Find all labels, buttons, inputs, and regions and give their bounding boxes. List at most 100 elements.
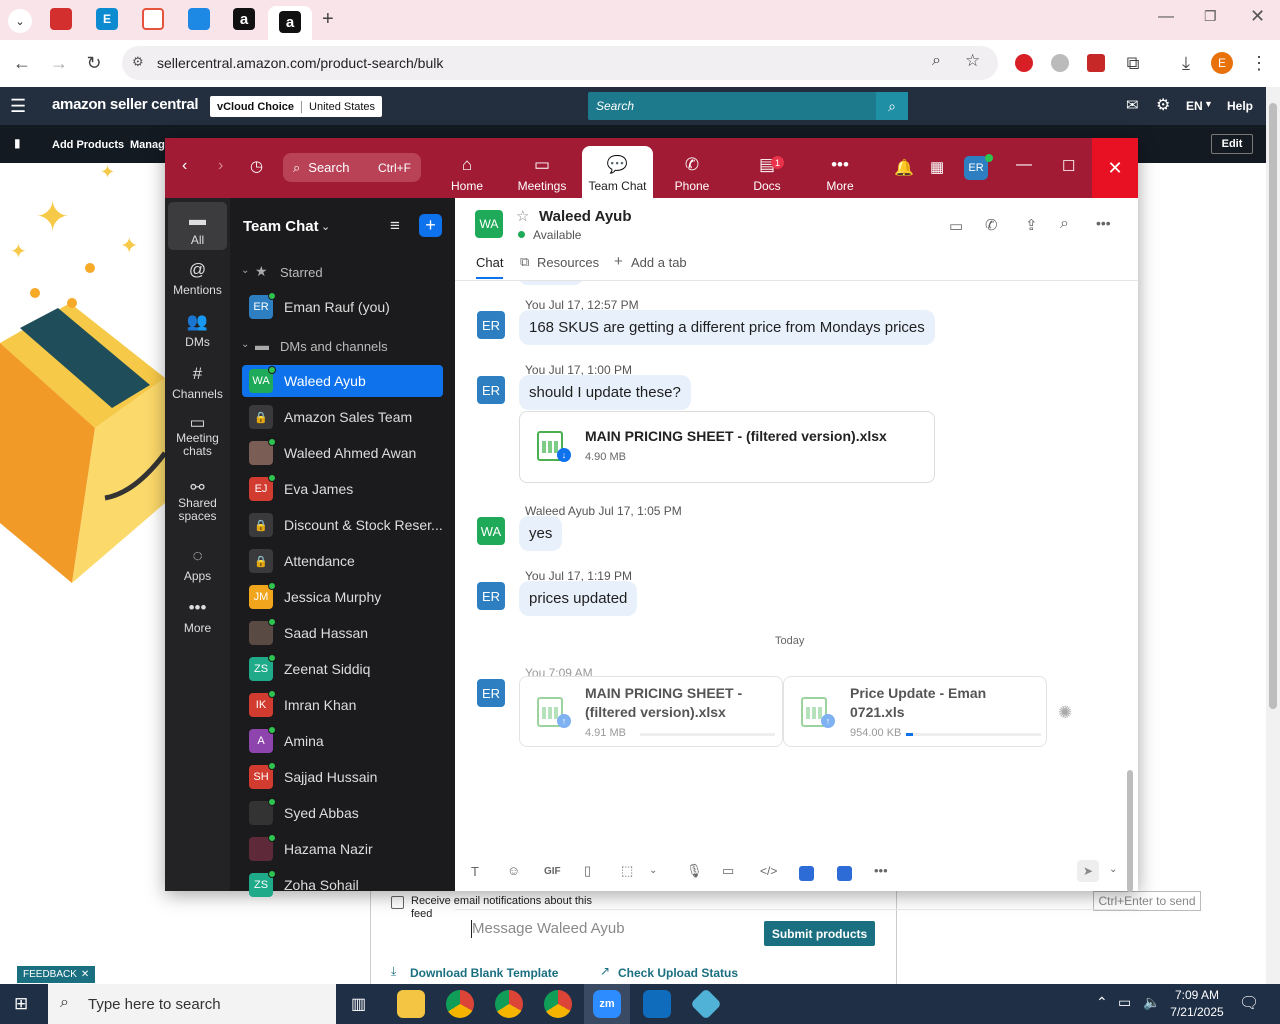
sidebar-item-contact[interactable]: EJ Eva James [242, 473, 443, 505]
chat-contact-avatar[interactable]: WA [475, 210, 503, 238]
calendar-app-icon[interactable]: ▦ [930, 158, 944, 176]
edit-nav-button[interactable]: Edit [1211, 134, 1253, 154]
feedback-close-icon[interactable]: ✕ [81, 969, 89, 980]
sidebar-item-contact[interactable]: Hazama Nazir [242, 833, 443, 865]
tray-chevron-icon[interactable]: ⌃ [1096, 994, 1108, 1011]
help-link[interactable]: Help [1227, 99, 1253, 113]
message-avatar[interactable]: ER [477, 582, 505, 610]
extension-globe-icon[interactable] [1051, 54, 1069, 72]
tab-chat[interactable]: Chat [476, 255, 504, 279]
app-icon-1[interactable] [799, 866, 814, 881]
message-bubble[interactable]: 168 SKUS are getting a different price f… [519, 310, 935, 345]
uploading-file-card-2[interactable]: ↑ Price Update - Eman 0721.xls 954.00 KB [783, 676, 1047, 747]
favorite-star-icon[interactable]: ☆ [516, 207, 529, 225]
attach-file-icon[interactable]: ▯ [584, 863, 591, 879]
upload-avatar[interactable]: ER [477, 679, 505, 707]
sidebar-title[interactable]: Team Chat [243, 218, 319, 235]
bookmark-icon[interactable]: ▮ [14, 136, 21, 150]
microphone-icon[interactable]: 🎙 [686, 863, 703, 879]
file-explorer-icon[interactable] [397, 990, 425, 1018]
message-avatar[interactable]: WA [477, 517, 505, 545]
tab-favicon-3[interactable] [142, 8, 164, 30]
clock-date[interactable]: 7/21/2025 [1166, 1005, 1228, 1019]
send-options-chevron-icon[interactable]: ⌄ [1109, 864, 1117, 875]
task-view-icon[interactable]: ▥ [351, 994, 366, 1014]
zoom-taskbar-active[interactable]: zm [584, 984, 630, 1024]
message-bubble[interactable]: yes [519, 516, 563, 551]
rail-apps[interactable]: ◌ Apps [168, 546, 227, 583]
volume-icon[interactable]: 🔈 [1143, 994, 1160, 1011]
address-bar[interactable]: ⚙ sellercentral.amazon.com/product-searc… [122, 46, 998, 80]
nav-add-products[interactable]: Add Products [52, 139, 124, 151]
nav-docs[interactable]: ▤ Docs 1 [731, 146, 803, 198]
nav-phone[interactable]: ✆ Phone [656, 146, 728, 198]
app-icon-2[interactable] [837, 866, 852, 881]
restore-icon[interactable]: ❐ [1204, 8, 1217, 25]
audio-call-icon[interactable]: ✆ [985, 216, 998, 234]
message-avatar[interactable]: ER [477, 376, 505, 404]
minimize-icon[interactable]: — [1158, 8, 1174, 26]
chat-more-icon[interactable]: ••• [1096, 215, 1111, 231]
active-tab[interactable]: a [268, 6, 312, 40]
new-chat-button[interactable]: + [419, 214, 442, 237]
reload-icon[interactable]: ↻ [83, 52, 105, 74]
chat-contact-name[interactable]: Waleed Ayub [539, 208, 632, 225]
page-scrollbar-thumb[interactable] [1269, 103, 1277, 709]
zoom-lens-icon[interactable]: ⌕ [932, 52, 941, 70]
chrome-icon[interactable] [446, 990, 474, 1018]
store-switcher[interactable]: vCloud Choice United States [210, 96, 383, 117]
screenshot-icon[interactable]: ⬚ [621, 863, 633, 879]
taskbar-search[interactable]: ⌕ Type here to search [48, 984, 336, 1024]
tab-favicon-2[interactable]: E [96, 8, 118, 30]
sidebar-item-contact[interactable]: SH Sajjad Hussain [242, 761, 443, 793]
downloads-icon[interactable]: ⤓ [1175, 52, 1197, 74]
sidebar-item-contact[interactable]: IK Imran Khan [242, 689, 443, 721]
back-icon[interactable]: ← [11, 52, 33, 74]
message-bubble[interactable]: prices updated [519, 581, 638, 616]
language-selector[interactable]: EN [1186, 99, 1203, 113]
starred-collapse-icon[interactable]: ⌄ [241, 265, 249, 276]
sidebar-item-contact[interactable]: 🔒 Attendance [242, 545, 443, 577]
chat-scrollbar-thumb[interactable] [1127, 770, 1133, 892]
history-icon[interactable]: ◷ [250, 157, 263, 175]
sidebar-title-chevron-icon[interactable]: ⌄ [321, 220, 330, 233]
composer-more-icon[interactable]: ••• [874, 863, 888, 878]
chrome-profile-icon[interactable] [495, 990, 523, 1018]
format-text-icon[interactable]: T [471, 864, 479, 879]
code-snippet-icon[interactable]: </> [760, 864, 777, 878]
nav-more[interactable]: ••• More [804, 146, 876, 198]
sidebar-item-contact[interactable]: A Amina [242, 725, 443, 757]
file-attachment-card[interactable]: ↓ MAIN PRICING SHEET - (filtered version… [519, 411, 935, 483]
rail-shared-spaces[interactable]: ⚯ Shared spaces [168, 479, 227, 523]
sidebar-item-contact[interactable]: 🔒 Amazon Sales Team [242, 401, 443, 433]
feedback-button[interactable]: FEEDBACK ✕ [17, 966, 96, 983]
chat-search-icon[interactable]: ⌕ [1060, 215, 1069, 233]
starred-item[interactable]: ER Eman Rauf (you) [242, 291, 443, 323]
chat-scrollbar[interactable] [1127, 428, 1133, 893]
sidebar-item-contact[interactable]: ZS Zoha Sohail [242, 869, 443, 901]
sidebar-item-contact[interactable]: 🔒 Discount & Stock Reser... [242, 509, 443, 541]
profile-avatar[interactable]: E [1211, 52, 1233, 74]
rail-mentions[interactable]: @ Mentions [168, 260, 227, 297]
message-avatar[interactable]: ER [477, 311, 505, 339]
hamburger-menu-icon[interactable]: ☰ [10, 96, 26, 117]
clock-time[interactable]: 7:09 AM [1170, 988, 1224, 1002]
tab-favicon-1[interactable] [50, 8, 72, 30]
section-starred[interactable]: Starred [280, 265, 323, 280]
amazon-logo[interactable]: amazon seller central [52, 96, 199, 113]
windows-start-icon[interactable]: ⊞ [14, 994, 28, 1014]
share-screen-icon[interactable]: ⇪ [1025, 216, 1038, 234]
nav-home[interactable]: ⌂ Home [431, 146, 503, 198]
app-diamond-icon[interactable] [690, 988, 722, 1020]
sidebar-item-contact[interactable]: Waleed Ahmed Awan [242, 437, 443, 469]
zoom-close-icon[interactable]: ✕ [1092, 138, 1138, 198]
message-bubble[interactable]: should I update these? [519, 375, 691, 410]
sidebar-item-contact[interactable]: WA Waleed Ayub [242, 365, 443, 397]
video-message-icon[interactable]: ▭ [722, 863, 734, 879]
outlook-icon[interactable] [643, 990, 671, 1018]
amazon-search-button[interactable]: ⌕ [876, 92, 908, 120]
dms-collapse-icon[interactable]: ⌄ [241, 339, 249, 350]
amazon-search-input[interactable]: Search [588, 92, 876, 120]
section-dms[interactable]: DMs and channels [280, 339, 388, 354]
zoom-minimize-icon[interactable]: — [1016, 156, 1032, 174]
